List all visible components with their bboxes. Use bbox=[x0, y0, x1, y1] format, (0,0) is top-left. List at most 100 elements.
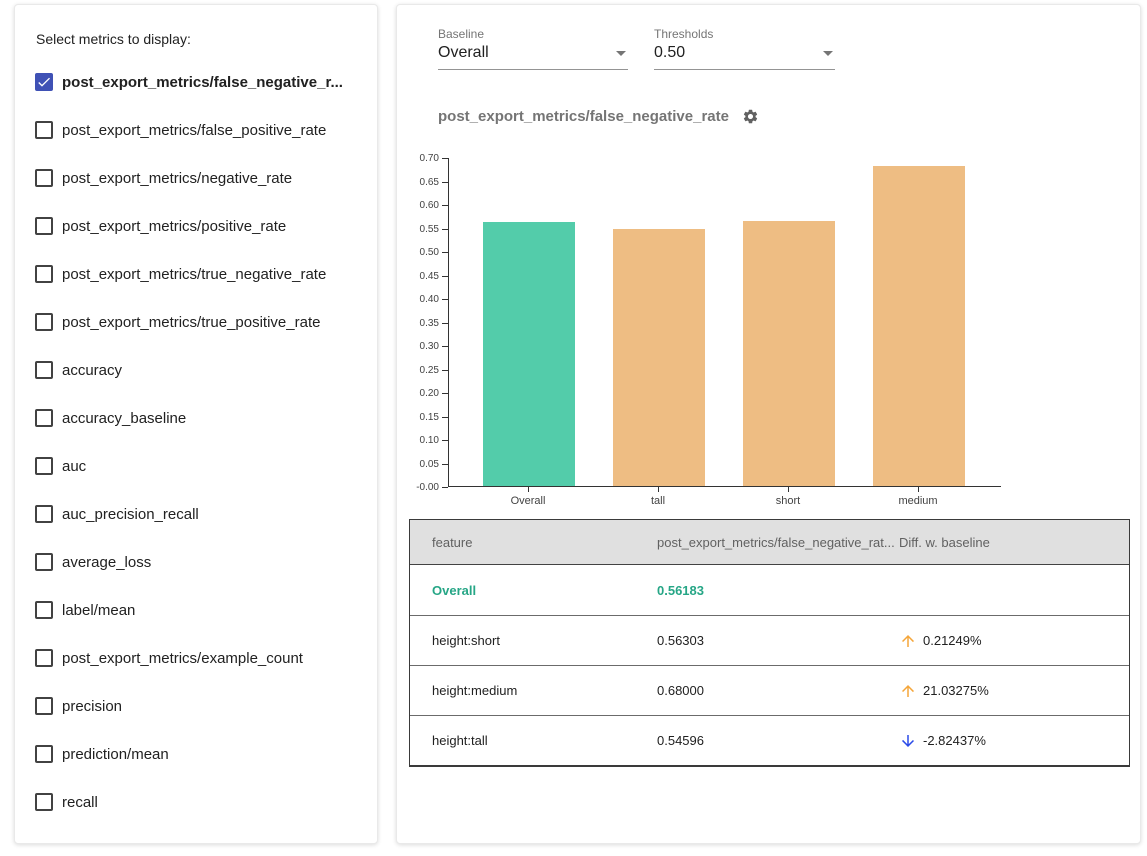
checkbox[interactable] bbox=[35, 169, 53, 187]
metric-checkbox-item[interactable]: post_export_metrics/true_negative_rate bbox=[15, 250, 377, 298]
x-tick-mark bbox=[658, 487, 659, 492]
metrics-panel: Baseline Overall Thresholds 0.50 post_ex… bbox=[396, 4, 1141, 844]
y-tick-label: 0.25 bbox=[397, 365, 439, 376]
feature-cell: height:medium bbox=[410, 683, 657, 698]
checkbox[interactable] bbox=[35, 457, 53, 475]
thresholds-select: Thresholds 0.50 bbox=[654, 27, 835, 70]
metric-checkbox-item[interactable]: post_export_metrics/true_positive_rate bbox=[15, 298, 377, 346]
checkbox[interactable] bbox=[35, 121, 53, 139]
y-tick-label: 0.30 bbox=[397, 341, 439, 352]
checkbox[interactable] bbox=[35, 649, 53, 667]
y-tick-label: 0.45 bbox=[397, 271, 439, 282]
checkbox[interactable] bbox=[35, 217, 53, 235]
metric-label: post_export_metrics/true_positive_rate bbox=[62, 314, 320, 331]
metric-label: prediction/mean bbox=[62, 746, 169, 763]
metric-label: post_export_metrics/false_negative_r... bbox=[62, 74, 343, 91]
chart-title: post_export_metrics/false_negative_rate bbox=[438, 108, 729, 125]
y-tick-label: 0.55 bbox=[397, 224, 439, 235]
checkbox[interactable] bbox=[35, 409, 53, 427]
checkbox[interactable] bbox=[35, 601, 53, 619]
y-tick-label: 0.70 bbox=[397, 153, 439, 164]
y-tick-label: 0.05 bbox=[397, 459, 439, 470]
metric-checkbox-item[interactable]: post_export_metrics/positive_rate bbox=[15, 202, 377, 250]
metric-checkbox-item[interactable]: post_export_metrics/false_negative_r... bbox=[15, 58, 377, 106]
metric-label: precision bbox=[62, 698, 122, 715]
chart-header: post_export_metrics/false_negative_rate bbox=[438, 108, 759, 125]
diff-cell: -2.82437% bbox=[892, 732, 1129, 750]
y-tick-label: 0.50 bbox=[397, 247, 439, 258]
gear-icon[interactable] bbox=[742, 108, 759, 125]
baseline-select-label: Baseline bbox=[438, 27, 628, 41]
x-tick-label: medium bbox=[878, 495, 958, 507]
x-tick-mark bbox=[788, 487, 789, 492]
value-cell: 0.56303 bbox=[657, 633, 892, 648]
checkbox[interactable] bbox=[35, 265, 53, 283]
metric-label: recall bbox=[62, 794, 98, 811]
x-tick-label: Overall bbox=[488, 495, 568, 507]
metric-checkbox-item[interactable]: label/mean bbox=[15, 586, 377, 634]
diff-text: 0.21249% bbox=[923, 633, 982, 648]
metric-label: post_export_metrics/example_count bbox=[62, 650, 303, 667]
metric-checkbox-item[interactable]: prediction/mean bbox=[15, 730, 377, 778]
metric-checkbox-item[interactable]: accuracy bbox=[15, 346, 377, 394]
checkbox[interactable] bbox=[35, 745, 53, 763]
table-header-row: feature post_export_metrics/false_negati… bbox=[410, 520, 1129, 565]
metric-checkbox-item[interactable]: recall bbox=[15, 778, 377, 826]
bar-short[interactable] bbox=[743, 221, 835, 486]
metric-checkbox-item[interactable]: average_loss bbox=[15, 538, 377, 586]
metric-checkbox-item[interactable]: post_export_metrics/false_positive_rate bbox=[15, 106, 377, 154]
y-tick-label: 0.60 bbox=[397, 200, 439, 211]
baseline-select: Baseline Overall bbox=[438, 27, 628, 70]
feature-cell: Overall bbox=[410, 583, 657, 598]
table-row: height:medium 0.68000 21.03275% bbox=[410, 665, 1129, 715]
thresholds-select-value: 0.50 bbox=[654, 44, 685, 62]
metric-checkbox-item[interactable]: accuracy_baseline bbox=[15, 394, 377, 442]
metric-select-title: Select metrics to display: bbox=[36, 31, 377, 47]
bar-chart: 0.700.650.600.550.500.450.400.350.300.25… bbox=[397, 158, 1017, 518]
chevron-down-icon bbox=[616, 51, 626, 56]
metric-checkbox-item[interactable]: auc bbox=[15, 442, 377, 490]
thresholds-select-value-row[interactable]: 0.50 bbox=[654, 44, 835, 70]
metrics-table: feature post_export_metrics/false_negati… bbox=[409, 519, 1130, 767]
diff-text: 21.03275% bbox=[923, 683, 989, 698]
metric-label: post_export_metrics/false_positive_rate bbox=[62, 122, 326, 139]
checkbox[interactable] bbox=[35, 313, 53, 331]
x-tick-mark bbox=[528, 487, 529, 492]
chevron-down-icon bbox=[823, 51, 833, 56]
y-tick-label: 0.40 bbox=[397, 294, 439, 305]
metric-label: accuracy_baseline bbox=[62, 410, 186, 427]
checkbox[interactable] bbox=[35, 505, 53, 523]
metric-checkbox-item[interactable]: precision bbox=[15, 682, 377, 730]
checkbox[interactable] bbox=[35, 553, 53, 571]
table-body: Overall 0.56183 height:short 0.56303 bbox=[410, 565, 1129, 765]
checkbox[interactable] bbox=[35, 73, 53, 91]
x-tick-label: tall bbox=[618, 495, 698, 507]
y-tick-label: 0.65 bbox=[397, 177, 439, 188]
chart-plot bbox=[448, 158, 1001, 487]
diff-cell: 0.21249% bbox=[892, 632, 1129, 650]
table-row: height:tall 0.54596 -2.82437% bbox=[410, 715, 1129, 765]
diff-text: -2.82437% bbox=[923, 733, 986, 748]
thresholds-select-label: Thresholds bbox=[654, 27, 835, 41]
metric-checkbox-item[interactable]: post_export_metrics/negative_rate bbox=[15, 154, 377, 202]
check-icon bbox=[36, 74, 52, 90]
checkbox[interactable] bbox=[35, 697, 53, 715]
checkbox[interactable] bbox=[35, 793, 53, 811]
table-row: height:short 0.56303 0.21249% bbox=[410, 615, 1129, 665]
table-header-feature: feature bbox=[410, 535, 657, 550]
y-tick-mark bbox=[442, 487, 448, 488]
metric-checkbox-item[interactable]: post_export_metrics/example_count bbox=[15, 634, 377, 682]
bar-Overall[interactable] bbox=[483, 222, 575, 486]
checkbox[interactable] bbox=[35, 361, 53, 379]
metric-label: auc bbox=[62, 458, 86, 475]
metric-select-panel: Select metrics to display: post_export_m… bbox=[14, 4, 378, 844]
bar-tall[interactable] bbox=[613, 229, 705, 486]
value-cell: 0.56183 bbox=[657, 583, 892, 598]
metric-checkbox-item[interactable]: auc_precision_recall bbox=[15, 490, 377, 538]
bar-medium[interactable] bbox=[873, 166, 965, 486]
y-tick-label: 0.10 bbox=[397, 435, 439, 446]
y-tick-label: 0.20 bbox=[397, 388, 439, 399]
baseline-select-value-row[interactable]: Overall bbox=[438, 44, 628, 70]
metric-label: accuracy bbox=[62, 362, 122, 379]
diff-cell: 21.03275% bbox=[892, 682, 1129, 700]
